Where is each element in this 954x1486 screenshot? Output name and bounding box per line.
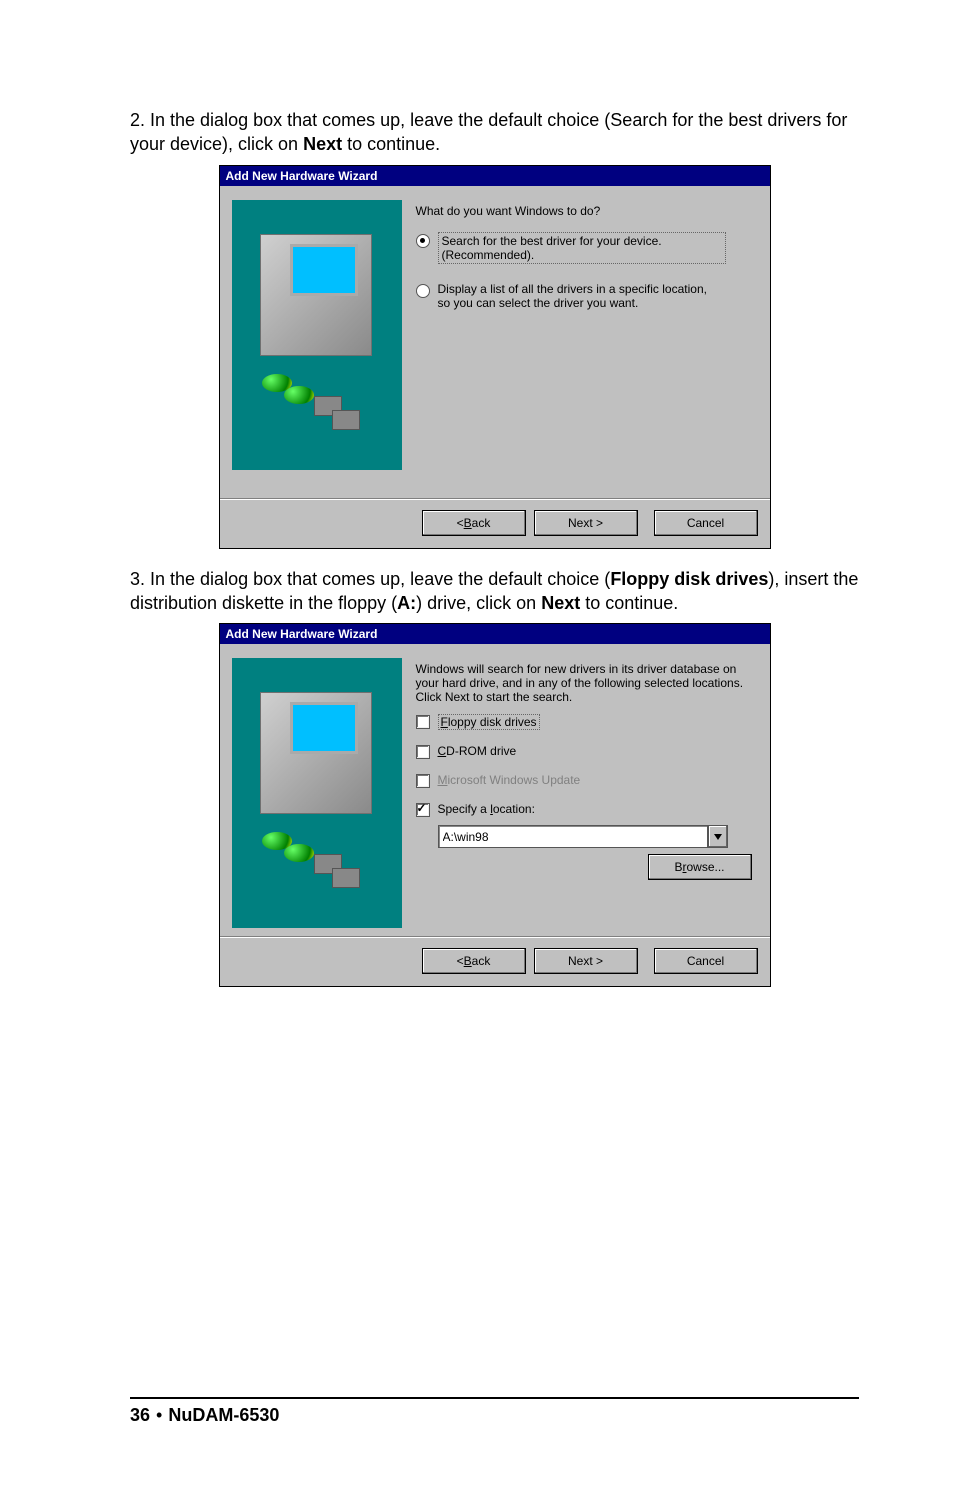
location-dropdown-button[interactable] — [708, 825, 728, 848]
radio-display-list[interactable] — [416, 284, 430, 298]
back-button[interactable]: < Back — [422, 948, 526, 974]
checkbox-specify-location-label: Specify a location: — [438, 802, 535, 816]
footer-rule — [130, 1397, 859, 1399]
location-input[interactable] — [438, 825, 708, 848]
checkbox-specify-location[interactable] — [416, 803, 430, 817]
dialog-step2: Add New Hardware Wizard What do you want… — [219, 165, 771, 549]
radio-search-best-label: Search for the best driver for your devi… — [438, 232, 726, 264]
radio-search-best[interactable] — [416, 234, 430, 248]
dialog-step3: Add New Hardware Wizard Windows will sea… — [219, 623, 771, 987]
page-footer: 36•NuDAM-6530 — [130, 1405, 859, 1426]
cancel-button[interactable]: Cancel — [654, 948, 758, 974]
radio-display-list-label: Display a list of all the drivers in a s… — [438, 282, 718, 310]
checkbox-windows-update-label: Microsoft Windows Update — [438, 773, 581, 787]
checkbox-floppy-label: Floppy disk drives — [438, 714, 540, 730]
step3-text: 3. In the dialog box that comes up, leav… — [130, 567, 859, 616]
step2-text: 2. In the dialog box that comes up, leav… — [130, 108, 859, 157]
chevron-down-icon — [714, 834, 722, 840]
cancel-button[interactable]: Cancel — [654, 510, 758, 536]
dialog2-titlebar: Add New Hardware Wizard — [220, 624, 770, 644]
checkbox-floppy[interactable] — [416, 715, 430, 729]
checkbox-windows-update — [416, 774, 430, 788]
next-button[interactable]: Next > — [534, 510, 638, 536]
browse-button[interactable]: Browse... — [648, 854, 752, 880]
wizard-graphic — [232, 200, 402, 470]
checkbox-cdrom[interactable] — [416, 745, 430, 759]
dialog2-prompt: Windows will search for new drivers in i… — [416, 662, 752, 704]
checkbox-cdrom-label: CD-ROM drive — [438, 744, 517, 758]
dialog1-prompt: What do you want Windows to do? — [416, 204, 752, 218]
back-button[interactable]: < Back — [422, 510, 526, 536]
dialog1-titlebar: Add New Hardware Wizard — [220, 166, 770, 186]
next-button[interactable]: Next > — [534, 948, 638, 974]
wizard-graphic — [232, 658, 402, 928]
